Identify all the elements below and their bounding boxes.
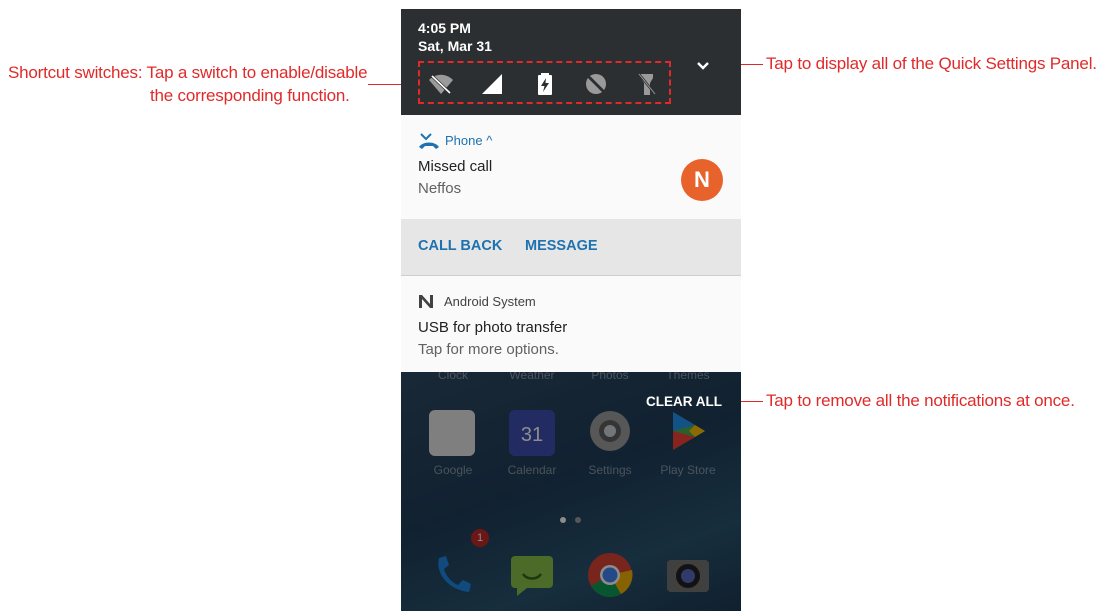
status-date: Sat, Mar 31 xyxy=(418,38,492,54)
call-back-button[interactable]: CALL BACK xyxy=(418,238,502,254)
clear-all-button[interactable]: CLEAR ALL xyxy=(646,394,722,409)
notification-app-name: Android System xyxy=(444,294,536,309)
chevron-down-icon[interactable] xyxy=(695,58,711,74)
wifi-off-icon[interactable] xyxy=(428,71,454,97)
battery-saver-icon[interactable] xyxy=(532,71,558,97)
shortcut-switches-annotation-line2: the corresponding function. xyxy=(150,86,350,105)
signal-icon[interactable] xyxy=(479,71,505,97)
quick-settings-header: 4:05 PM Sat, Mar 31 xyxy=(401,9,741,115)
clear-all-annotation: Tap to remove all the notifications at o… xyxy=(766,391,1075,410)
missed-call-icon xyxy=(419,133,439,149)
quick-settings-annotation: Tap to display all of the Quick Settings… xyxy=(766,54,1097,73)
status-time: 4:05 PM xyxy=(418,20,471,36)
avatar: N xyxy=(681,159,723,201)
message-button[interactable]: MESSAGE xyxy=(525,238,598,254)
notification-title: USB for photo transfer xyxy=(418,319,568,336)
flashlight-off-icon[interactable] xyxy=(634,71,660,97)
notification-subtitle: Neffos xyxy=(418,180,462,197)
shortcut-switches xyxy=(418,61,671,104)
android-system-icon xyxy=(419,295,433,308)
shortcut-switches-annotation-line1: Shortcut switches: Tap a switch to enabl… xyxy=(8,63,368,82)
notification-app-name: Phone ^ xyxy=(445,133,493,148)
notification-actions: CALL BACK MESSAGE xyxy=(401,219,741,276)
home-screen: Clock Weather Photos Themes 31 Google Ca… xyxy=(401,372,741,611)
do-not-disturb-icon[interactable] xyxy=(583,71,609,97)
notification-title: Missed call xyxy=(418,158,493,175)
missed-call-notification[interactable]: Phone ^ Missed call Neffos N xyxy=(401,115,741,219)
notification-subtitle: Tap for more options. xyxy=(418,341,559,358)
phone-screen: 4:05 PM Sat, Mar 31 Phone ^ Missed call … xyxy=(401,9,741,611)
usb-notification[interactable]: Android System USB for photo transfer Ta… xyxy=(401,276,741,372)
